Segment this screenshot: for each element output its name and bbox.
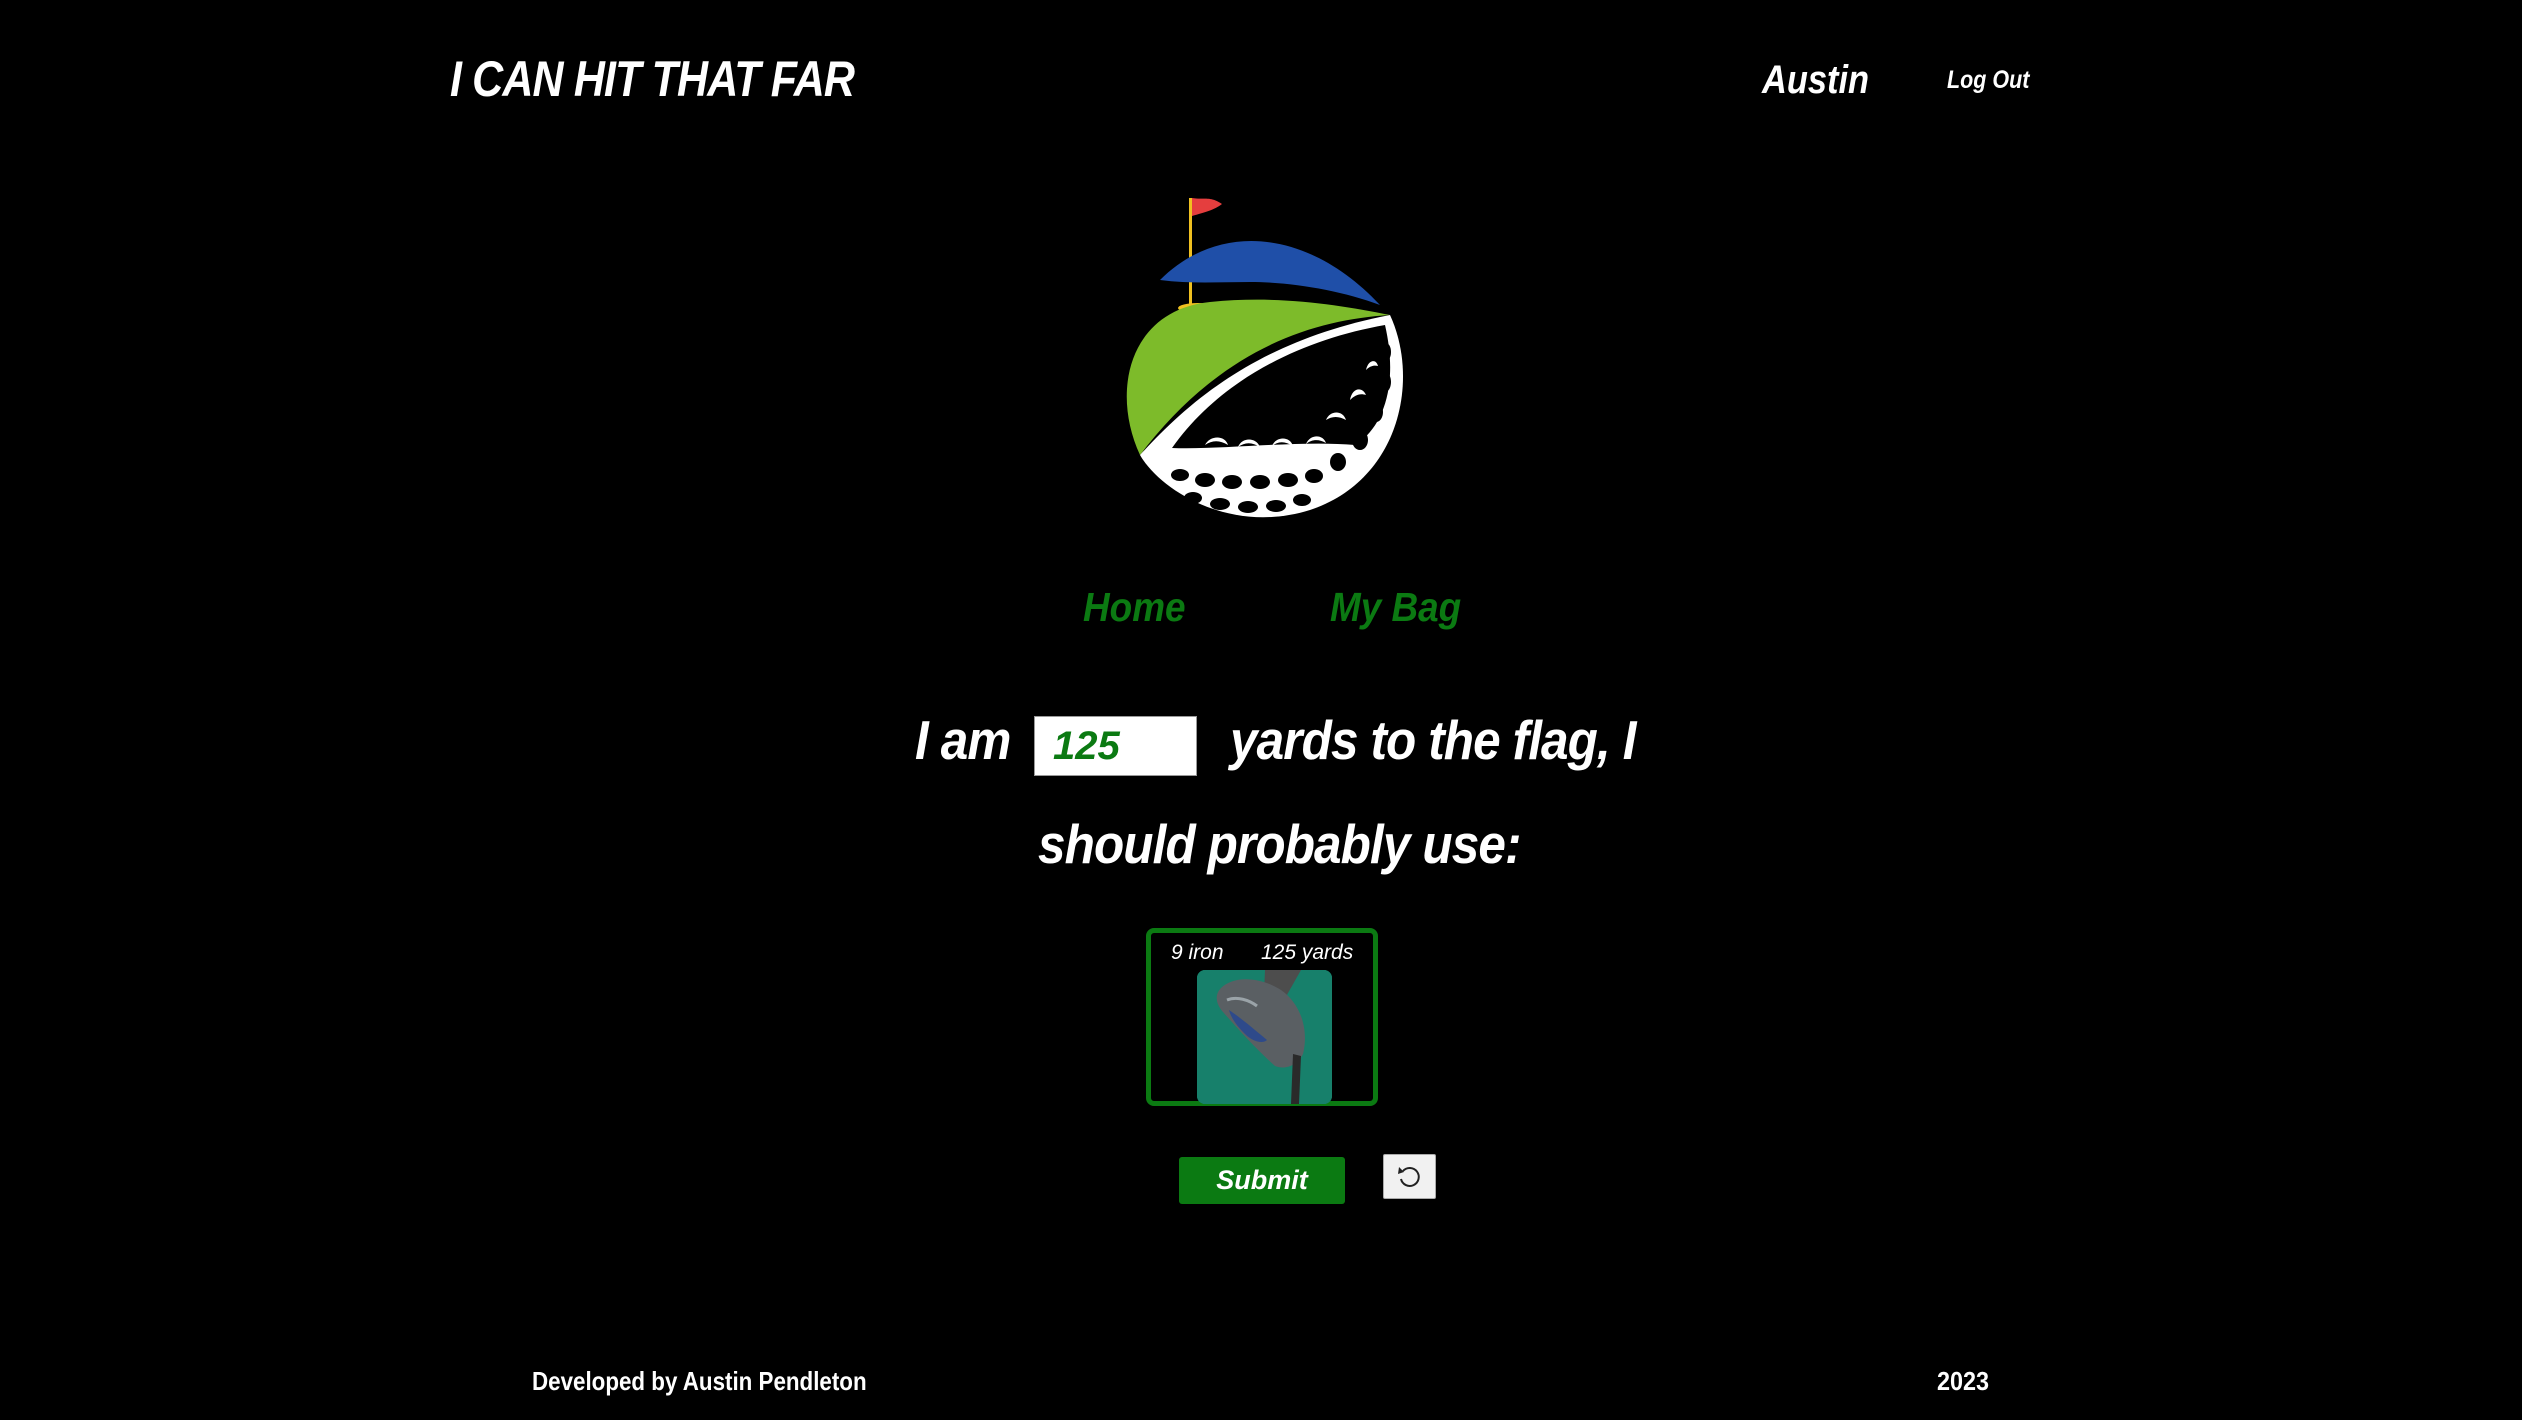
golf-iron-club-icon (1197, 970, 1332, 1104)
prompt-end-text: should probably use: (1038, 813, 1521, 875)
nav-my-bag-link[interactable]: My Bag (1330, 584, 1461, 631)
logout-link[interactable]: Log Out (1947, 66, 2029, 95)
club-recommendation-card[interactable]: 9 iron 125 yards (1146, 928, 1378, 1106)
golf-logo-icon (1126, 198, 1404, 518)
footer-year: 2023 (1937, 1366, 1990, 1396)
footer-credit: Developed by Austin Pendleton (532, 1366, 867, 1396)
app-title: I CAN HIT THAT FAR (450, 51, 855, 107)
yards-input[interactable] (1034, 716, 1197, 776)
club-name: 9 iron (1171, 941, 1224, 964)
submit-button[interactable]: Submit (1179, 1157, 1345, 1204)
reset-button[interactable] (1383, 1154, 1436, 1199)
prompt-lead-text: I am (915, 709, 1011, 771)
club-distance: 125 yards (1261, 941, 1354, 964)
nav-home-link[interactable]: Home (1083, 584, 1186, 631)
user-name: Austin (1762, 58, 1870, 102)
prompt-mid-text: yards to the flag, I (1230, 709, 1636, 771)
refresh-icon (1397, 1166, 1420, 1187)
